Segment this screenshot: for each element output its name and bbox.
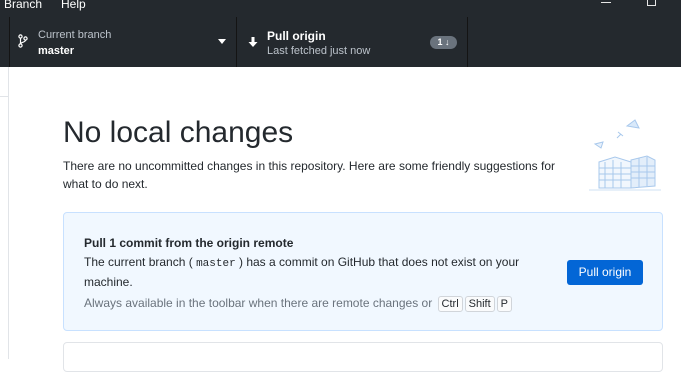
next-suggestion-card [63,342,663,372]
current-branch-label: Current branch [38,29,112,41]
empty-state-illustration [589,119,661,191]
shortcut-hint: Always available in the toolbar when the… [84,295,513,312]
kbd-shift: Shift [464,296,495,312]
menu-help[interactable]: Help [61,0,86,11]
maximize-icon[interactable] [647,0,656,6]
kbd-p: P [496,296,513,312]
card-desc-text: The current branch ( [84,255,197,269]
kbd-ctrl: Ctrl [437,296,463,312]
shortcut-hint-text: Always available in the toolbar when the… [84,296,433,310]
arrow-down-icon [248,37,258,47]
pull-origin-title: Pull origin [267,29,326,43]
commit-count-badge: 1 ↓ [430,36,457,49]
menu-bar: Branch Help [0,0,681,17]
card-title: Pull 1 commit from the origin remote [84,236,294,250]
current-branch-value: master [38,45,75,57]
minimize-icon[interactable] [601,2,611,10]
pull-origin-button[interactable]: Pull origin [567,260,643,285]
chevron-down-icon [218,39,226,44]
current-branch-button[interactable]: Current branch master [9,17,237,67]
pull-origin-toolbar-button[interactable]: Pull origin Last fetched just now 1 ↓ [237,17,468,67]
sidebar-edge [0,67,9,359]
branch-code: master [196,258,236,270]
card-description: The current branch ( master ) has a comm… [84,253,554,291]
pull-suggestion-card: Pull 1 commit from the origin remote The… [63,212,663,331]
menu-branch[interactable]: Branch [4,0,42,11]
last-fetched-label: Last fetched just now [267,45,371,57]
git-branch-icon [18,34,28,48]
page-title: No local changes [63,116,294,149]
toolbar: Current branch master Pull origin Last f… [0,17,681,67]
page-description: There are no uncommitted changes in this… [63,159,556,191]
